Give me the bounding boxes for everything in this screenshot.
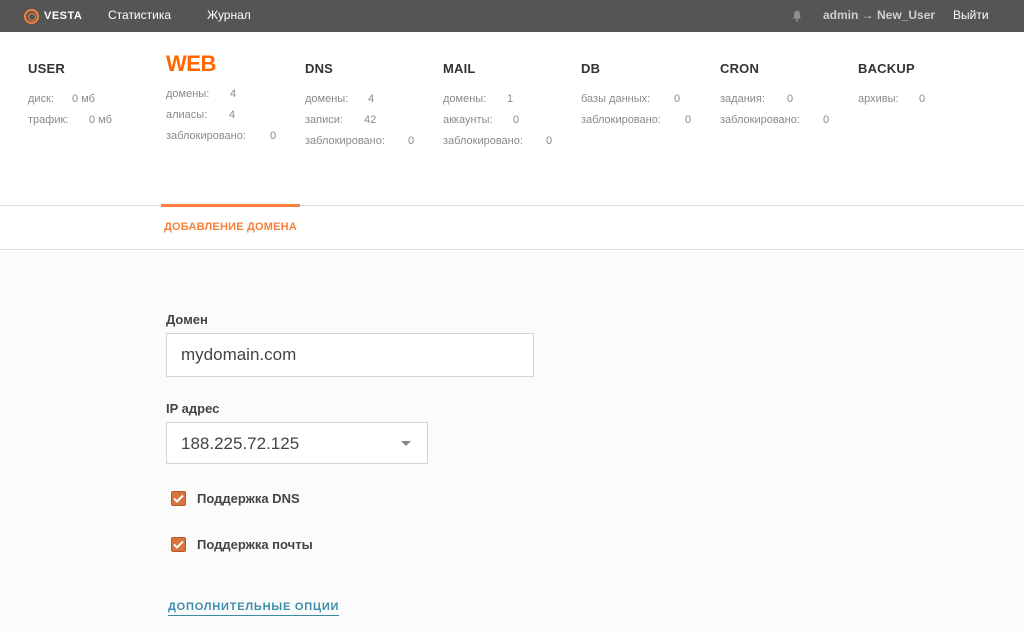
stat-value: 1 bbox=[507, 93, 514, 105]
stat-row: аккаунты: 0 bbox=[443, 110, 523, 131]
stat-cron[interactable]: CRON задания: 0 заблокировано: 0 bbox=[720, 59, 829, 131]
ip-address-select[interactable]: 188.225.72.125 bbox=[166, 422, 428, 464]
stat-row: задания: 0 bbox=[720, 89, 800, 110]
stat-label: записи: bbox=[305, 114, 343, 126]
stat-value: 4 bbox=[368, 93, 375, 105]
stat-cron-title[interactable]: CRON bbox=[720, 59, 800, 79]
stat-label: заблокировано: bbox=[720, 114, 800, 126]
stat-label: аккаунты: bbox=[443, 114, 493, 126]
stat-value: 0 bbox=[408, 135, 415, 147]
stat-row: заблокировано: 0 bbox=[581, 110, 691, 131]
stat-label: задания: bbox=[720, 93, 765, 105]
stat-value: 4 bbox=[230, 88, 237, 100]
stat-label: трафик: bbox=[28, 114, 69, 126]
stat-dns[interactable]: DNS домены: 4 записи: 42 заблокировано: 0 bbox=[305, 59, 414, 152]
stat-row: алиасы: 4 bbox=[166, 105, 246, 126]
bell-icon[interactable] bbox=[792, 10, 802, 22]
domain-input[interactable]: mydomain.com bbox=[166, 333, 534, 377]
nav-log[interactable]: Журнал bbox=[207, 0, 251, 32]
stat-value: 0 мб bbox=[89, 114, 112, 126]
logo-text: VESTA bbox=[44, 10, 83, 22]
stat-row: домены: 4 bbox=[305, 89, 385, 110]
nav-statistics[interactable]: Статистика bbox=[108, 0, 171, 32]
stat-label: базы данных: bbox=[581, 93, 651, 105]
stat-label: диск: bbox=[28, 93, 54, 105]
stat-label: домены: bbox=[305, 93, 349, 105]
stat-label: архивы: bbox=[858, 93, 899, 105]
checkmark-icon bbox=[173, 540, 184, 549]
stat-label: заблокировано: bbox=[166, 130, 246, 142]
stat-label: заблокировано: bbox=[581, 114, 661, 126]
dns-support-label[interactable]: Поддержка DNS bbox=[197, 491, 300, 506]
stat-mail[interactable]: MAIL домены: 1 аккаунты: 0 заблокировано: 0 bbox=[443, 59, 552, 152]
stat-value: 0 bbox=[823, 114, 830, 126]
stat-label: домены: bbox=[443, 93, 487, 105]
stat-value: 0 bbox=[674, 93, 681, 105]
stat-row: домены: 1 bbox=[443, 89, 523, 110]
stat-label: домены: bbox=[166, 88, 210, 100]
current-user-link[interactable]: admin → New_User bbox=[823, 0, 935, 31]
mail-support-checkbox[interactable] bbox=[171, 536, 186, 552]
stat-backup[interactable]: BACKUP архивы: 0 bbox=[858, 59, 925, 110]
dns-support-checkbox[interactable] bbox=[171, 490, 186, 506]
stat-value: 0 bbox=[685, 114, 692, 126]
stat-value: 4 bbox=[229, 109, 236, 121]
stat-row: архивы: 0 bbox=[858, 89, 925, 110]
ip-address-label: IP адрес bbox=[166, 401, 220, 416]
stat-label: заблокировано: bbox=[443, 135, 523, 147]
stat-row: трафик: 0 мб bbox=[28, 110, 112, 131]
stat-web-title[interactable]: WEB bbox=[166, 53, 246, 75]
stat-label: заблокировано: bbox=[305, 135, 385, 147]
stat-row: заблокировано: 0 bbox=[305, 131, 414, 152]
logout-link[interactable]: Выйти bbox=[953, 0, 989, 31]
stat-row: базы данных: 0 bbox=[581, 89, 680, 110]
domain-label: Домен bbox=[166, 312, 208, 327]
stat-user[interactable]: USER диск: 0 мб трафик: 0 мб bbox=[28, 59, 112, 131]
mail-support-option[interactable]: Поддержка почты bbox=[171, 535, 313, 553]
vesta-logo[interactable]: VESTA bbox=[24, 7, 82, 25]
add-domain-form: Домен mydomain.com IP адрес 188.225.72.1… bbox=[0, 251, 1024, 632]
stat-db[interactable]: DB базы данных: 0 заблокировано: 0 bbox=[581, 59, 691, 131]
stat-value: 0 bbox=[919, 93, 926, 105]
stat-db-title[interactable]: DB bbox=[581, 59, 661, 79]
checkmark-icon bbox=[173, 494, 184, 503]
stat-value: 0 bbox=[513, 114, 520, 126]
stat-row: заблокировано: 0 bbox=[166, 126, 276, 147]
active-tab-indicator bbox=[161, 204, 300, 207]
stat-dns-title[interactable]: DNS bbox=[305, 59, 385, 79]
additional-options-link[interactable]: ДОПОЛНИТЕЛЬНЫЕ ОПЦИИ bbox=[168, 601, 340, 616]
stat-row: заблокировано: 0 bbox=[720, 110, 829, 131]
top-bar: VESTA Статистика Журнал admin → New_User… bbox=[0, 0, 1024, 32]
stat-user-title[interactable]: USER bbox=[28, 59, 68, 79]
stat-value: 0 bbox=[270, 130, 277, 142]
chevron-down-icon bbox=[401, 441, 411, 446]
stat-row: записи: 42 bbox=[305, 110, 385, 131]
stat-mail-title[interactable]: MAIL bbox=[443, 59, 523, 79]
stat-web[interactable]: WEB домены: 4 алиасы: 4 заблокировано: 0 bbox=[166, 53, 276, 147]
stat-row: заблокировано: 0 bbox=[443, 131, 552, 152]
stat-value: 0 bbox=[787, 93, 794, 105]
tab-bar: ДОБАВЛЕНИЕ ДОМЕНА bbox=[0, 204, 1024, 250]
stat-value: 42 bbox=[364, 114, 377, 126]
tab-add-domain[interactable]: ДОБАВЛЕНИЕ ДОМЕНА bbox=[164, 221, 297, 233]
stat-row: домены: 4 bbox=[166, 84, 246, 105]
stat-value: 0 bbox=[546, 135, 553, 147]
stat-value: 0 мб bbox=[72, 93, 95, 105]
dns-support-option[interactable]: Поддержка DNS bbox=[171, 489, 300, 507]
stat-backup-title[interactable]: BACKUP bbox=[858, 59, 915, 79]
ip-address-value: 188.225.72.125 bbox=[181, 434, 300, 453]
mail-support-label[interactable]: Поддержка почты bbox=[197, 537, 313, 552]
stat-label: алиасы: bbox=[166, 109, 208, 121]
vesta-logo-icon bbox=[24, 8, 39, 24]
stat-row: диск: 0 мб bbox=[28, 89, 95, 110]
